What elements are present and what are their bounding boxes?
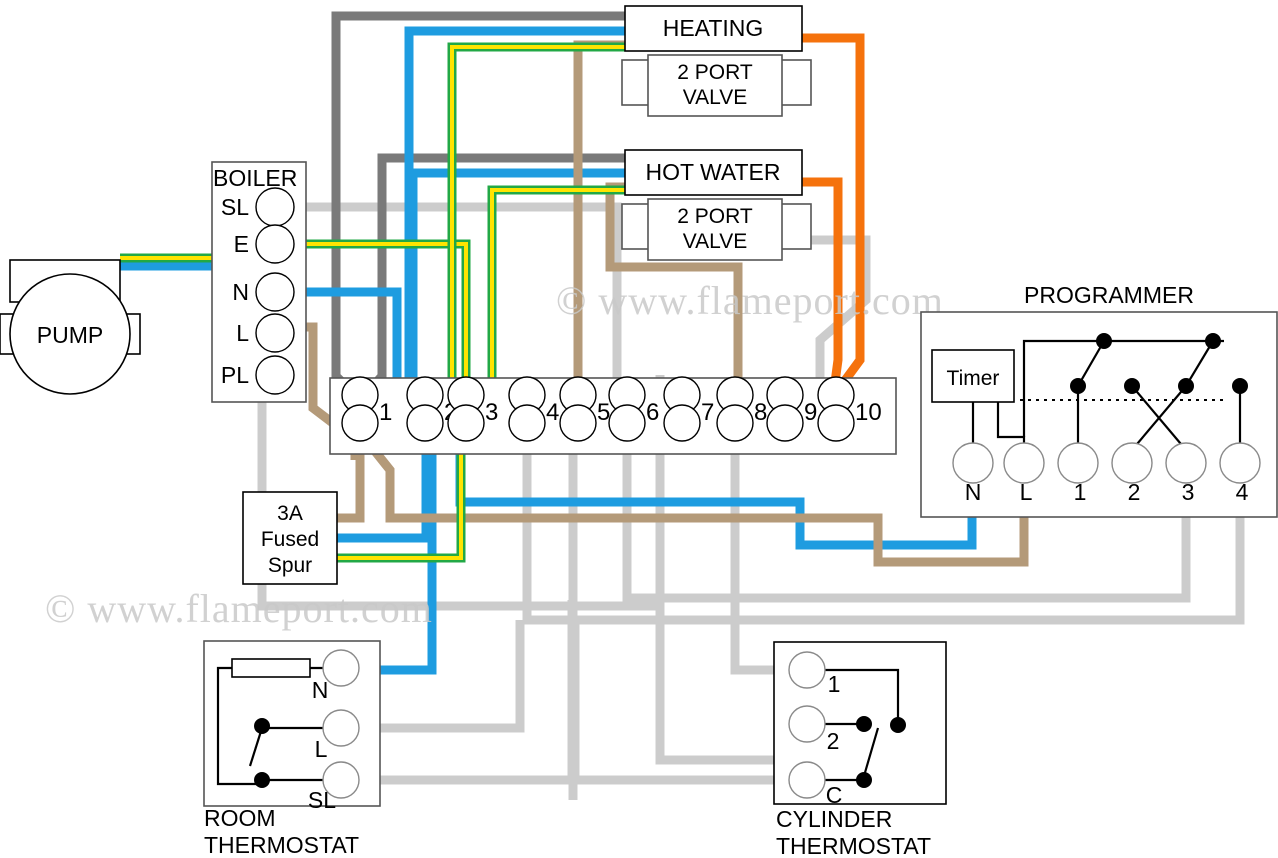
boiler: BOILER SL E N L PL <box>211 161 307 403</box>
boiler-terminal-label-e: E <box>234 231 249 257</box>
room-stat-title-line1: ROOM <box>204 805 276 831</box>
programmer: PROGRAMMER Timer N L 1 2 3 4 <box>920 282 1278 518</box>
watermark-lower: © www.flameport.com <box>45 586 433 631</box>
wiring-diagram-canvas: PUMP BOILER SL E N L PL 3A Fused Spur HE… <box>0 0 1278 858</box>
terminal-label-4: 4 <box>546 399 559 426</box>
terminal-label-9: 9 <box>804 399 817 426</box>
programmer-title: PROGRAMMER <box>1024 282 1194 308</box>
watermark-center: © www.flameport.com <box>556 278 944 323</box>
room-stat-terminal-label-sl: SL <box>308 787 336 813</box>
fused-spur: 3A Fused Spur <box>242 491 338 585</box>
programmer-terminal-label-2: 2 <box>1128 479 1141 505</box>
hot-water-valve-line2: VALVE <box>683 230 748 253</box>
pump: PUMP <box>0 259 141 395</box>
room-thermostat: N L SL ROOM THERMOSTAT <box>203 640 381 858</box>
room-stat-dot-l <box>254 718 270 734</box>
heating-valve: HEATING 2 PORT VALVE <box>621 5 812 117</box>
terminal-label-6: 6 <box>646 399 659 426</box>
hot-water-valve-title: HOT WATER <box>645 159 780 185</box>
hot-water-valve: HOT WATER 2 PORT VALVE <box>621 149 812 261</box>
room-stat-title-line2: THERMOSTAT <box>204 832 359 858</box>
boiler-terminal-label-sl: SL <box>221 194 249 220</box>
cyl-stat-dot-2 <box>856 716 872 732</box>
timer-label: Timer <box>947 367 1000 390</box>
boiler-title: BOILER <box>213 165 297 191</box>
terminal-label-7: 7 <box>701 399 714 426</box>
programmer-terminal-label-3: 3 <box>1182 479 1195 505</box>
room-stat-dot-sl <box>254 772 270 788</box>
terminal-block: 1 2 3 4 5 6 7 8 9 10 <box>329 376 897 455</box>
terminal-label-8: 8 <box>754 399 767 426</box>
fused-spur-line2: Fused <box>261 528 319 551</box>
terminal-label-1: 1 <box>379 399 392 426</box>
cyl-stat-terminal-label-1: 1 <box>828 671 841 697</box>
wiring-diagram: PUMP BOILER SL E N L PL 3A Fused Spur HE… <box>0 5 1278 858</box>
fused-spur-line1: 3A <box>277 502 303 525</box>
room-stat-terminal-label-n: N <box>312 677 329 703</box>
fused-spur-line3: Spur <box>268 554 312 577</box>
programmer-terminal-label-1: 1 <box>1074 479 1087 505</box>
cyl-stat-title-line1: CYLINDER <box>776 806 892 832</box>
terminal-label-3: 3 <box>485 399 498 426</box>
programmer-terminal-label-4: 4 <box>1236 479 1249 505</box>
boiler-terminal-label-pl: PL <box>221 362 249 388</box>
heating-valve-title: HEATING <box>663 15 764 41</box>
heating-valve-line2: VALVE <box>683 86 748 109</box>
cyl-stat-terminal-label-2: 2 <box>827 728 840 754</box>
cyl-stat-terminal-label-c: C <box>826 782 843 808</box>
terminal-label-10: 10 <box>855 399 882 426</box>
cyl-stat-dot-1 <box>890 717 906 733</box>
earth-wires <box>120 42 630 563</box>
cyl-stat-title-line2: THERMOSTAT <box>776 833 931 858</box>
hot-water-valve-line1: 2 PORT <box>677 205 753 228</box>
boiler-terminal-label-l: L <box>236 320 249 346</box>
programmer-terminal-label-l: L <box>1020 479 1033 505</box>
heating-valve-line1: 2 PORT <box>677 61 753 84</box>
boiler-terminal-label-n: N <box>232 279 249 305</box>
pump-label: PUMP <box>37 322 103 348</box>
cyl-stat-dot-c <box>856 772 872 788</box>
room-stat-terminal-label-l: L <box>315 736 328 762</box>
cylinder-thermostat: 1 2 C CYLINDER THERMOSTAT <box>773 641 947 858</box>
programmer-terminal-label-n: N <box>965 479 982 505</box>
